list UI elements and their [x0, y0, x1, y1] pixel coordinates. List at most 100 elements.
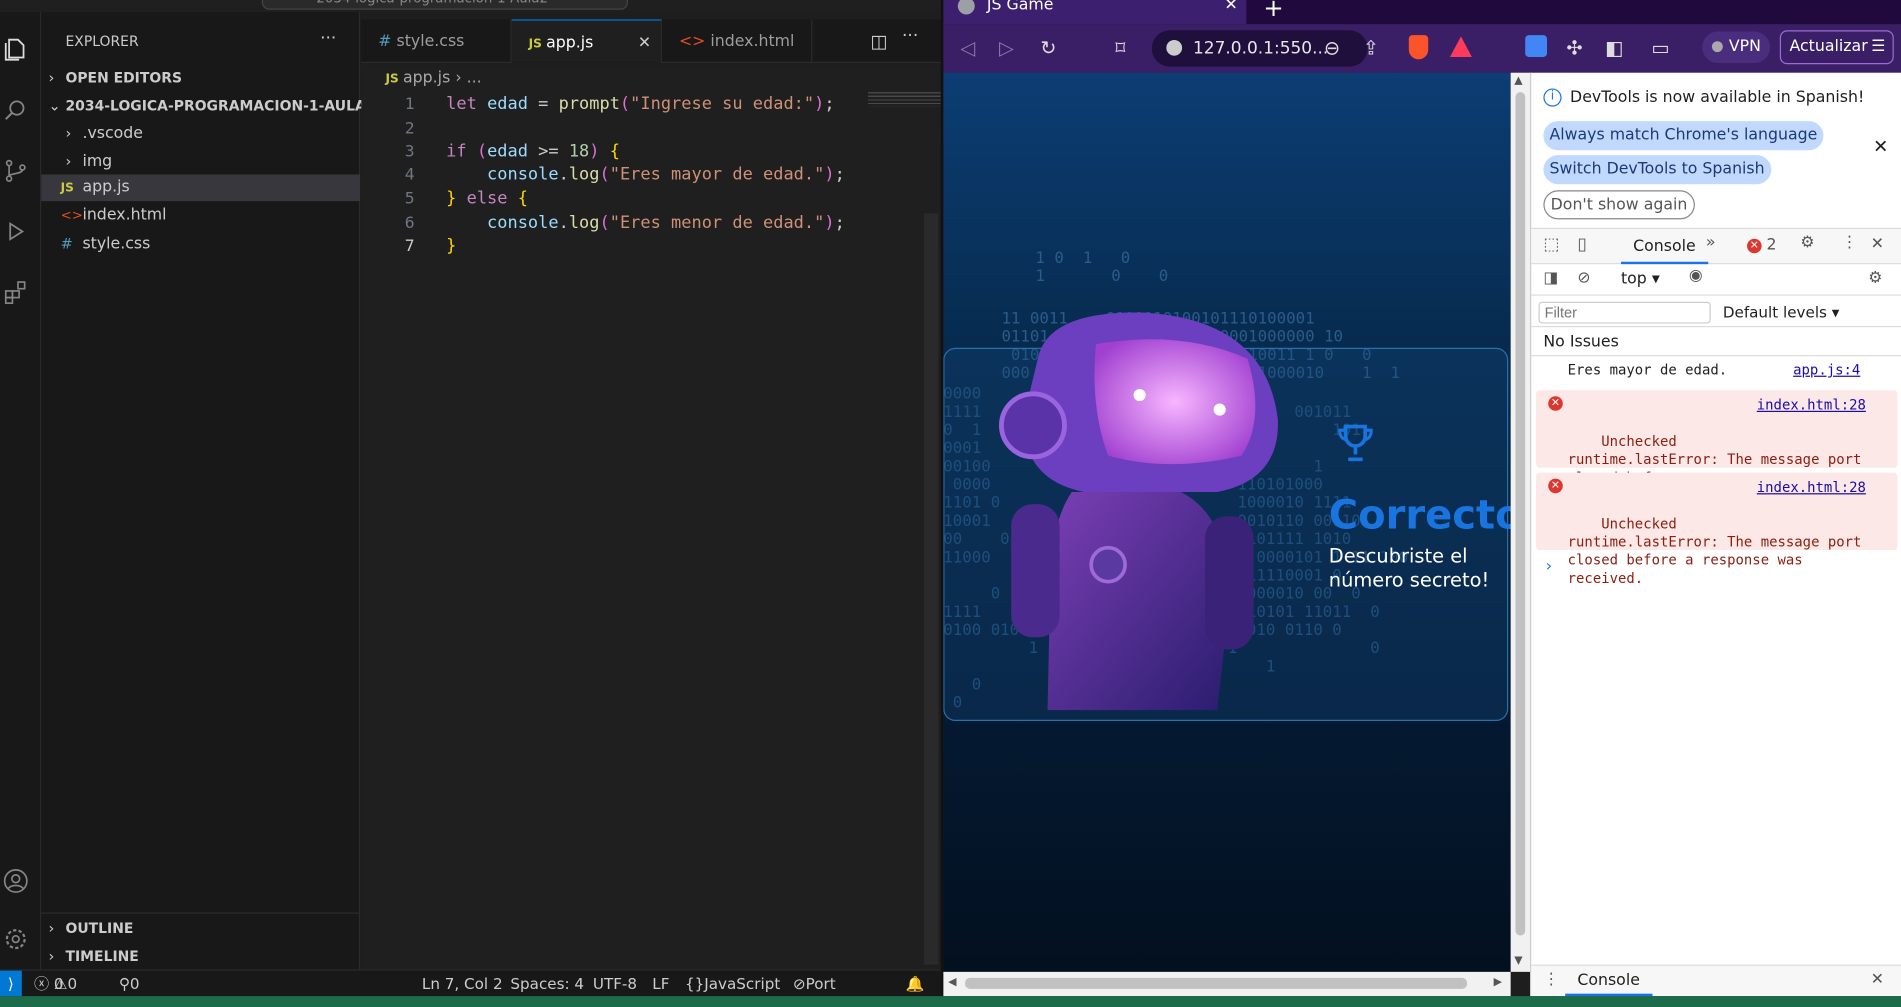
chevron-down-icon: ⌄ — [48, 96, 61, 114]
reload-icon[interactable]: ↻ — [1040, 36, 1056, 59]
html-file-icon: <> — [60, 207, 83, 223]
scroll-down-arrow-icon[interactable]: ▼ — [1514, 955, 1522, 967]
cursor-position[interactable]: Ln 7, Col 2 — [422, 971, 503, 996]
scroll-left-arrow-icon[interactable]: ◀ — [948, 977, 956, 989]
close-devtools-icon[interactable]: ✕ — [1871, 235, 1884, 253]
source-control-icon[interactable] — [0, 150, 41, 191]
console-settings-gear-icon[interactable]: ⚙ — [1868, 269, 1882, 287]
page-horizontal-scrollbar[interactable]: ◀ ▶ — [943, 971, 1511, 997]
code-editor[interactable]: 1 2 3 4 5 6 7 let edad = prompt("Ingrese… — [361, 92, 941, 970]
brave-shields-icon[interactable] — [1408, 35, 1429, 60]
console-error-entry: ✕ Unchecked runtime.lastError: The messa… — [1536, 472, 1898, 587]
drawer-menu-icon[interactable]: ⋮ — [1543, 971, 1559, 989]
zoom-icon[interactable]: ⊖ — [1324, 36, 1340, 59]
error-source-link[interactable]: index.html:28 — [1757, 479, 1866, 497]
remote-icon[interactable]: ⟩ — [0, 970, 22, 997]
settings-gear-icon[interactable] — [0, 919, 41, 960]
brave-rewards-icon[interactable] — [1450, 36, 1472, 57]
device-toolbar-icon[interactable]: ▯ — [1577, 235, 1586, 254]
editor-scrollbar[interactable] — [923, 213, 939, 965]
live-server-port[interactable]: ⊘ Port : 5500 — [793, 971, 836, 1007]
minimap[interactable] — [868, 92, 941, 107]
more-tabs-icon[interactable]: » — [1706, 234, 1716, 252]
js-file-icon: JS — [60, 181, 74, 196]
live-expression-eye-icon[interactable]: ◉ — [1689, 267, 1703, 285]
log-levels-dropdown[interactable]: Default levels ▾ — [1723, 303, 1840, 321]
dont-show-again-button[interactable]: Don't show again — [1543, 190, 1695, 220]
project-folder[interactable]: ⌄ 2034-LOGICA-PROGRAMACION-1-AULA2 — [41, 92, 375, 119]
forward-arrow-icon[interactable]: ▷ — [999, 36, 1014, 59]
split-editor-icon[interactable]: ◫ — [871, 30, 888, 52]
explorer-icon[interactable] — [0, 29, 41, 70]
file-app-js[interactable]: JS app.js — [41, 174, 361, 202]
ports-status[interactable]: ⚲ 0 — [119, 971, 140, 996]
problems-status[interactable]: ⓧ 0 ⚠ 0 — [34, 971, 77, 996]
scrollbar-thumb[interactable] — [965, 977, 1468, 989]
wallet-icon[interactable]: ▭ — [1651, 36, 1669, 59]
always-match-language-button[interactable]: Always match Chrome's language — [1543, 121, 1824, 151]
new-tab-plus-icon[interactable]: + — [1263, 0, 1283, 22]
breadcrumb-file[interactable]: app.js — [403, 69, 450, 87]
page-vertical-scrollbar[interactable]: ▲ ▼ — [1510, 72, 1531, 972]
update-button[interactable]: Actualizar ☰ — [1779, 30, 1894, 65]
open-editors-section[interactable]: › OPEN EDITORS — [41, 64, 360, 91]
extensions-puzzle-icon[interactable]: ✣ — [1566, 36, 1582, 59]
robot-astronaut-image — [999, 312, 1278, 711]
menu-hamburger-icon: ☰ — [1871, 37, 1886, 56]
notifications-bell-icon[interactable]: 🔔 — [906, 971, 925, 996]
translate-icon[interactable] — [1525, 35, 1548, 57]
close-drawer-icon[interactable]: ✕ — [1871, 971, 1884, 989]
explorer-more-button[interactable]: ··· — [320, 29, 336, 48]
line-ending[interactable]: LF — [652, 971, 669, 996]
console-prompt-chevron-icon[interactable]: › — [1546, 557, 1552, 575]
devtools-drawer: ⋮ Console ✕ — [1531, 964, 1901, 997]
more-actions-icon[interactable]: ··· — [902, 27, 918, 46]
folder-img[interactable]: › img — [41, 148, 360, 175]
file-index-html[interactable]: <>index.html — [41, 202, 360, 229]
clear-console-icon[interactable]: ⊘ — [1577, 269, 1590, 287]
back-arrow-icon[interactable]: ◁ — [960, 36, 975, 59]
tab-style-css[interactable]: # style.css — [361, 19, 512, 64]
site-info-icon[interactable] — [1166, 39, 1183, 56]
inspect-element-icon[interactable]: ⬚ — [1543, 235, 1559, 254]
indentation[interactable]: Spaces: 4 — [510, 971, 584, 996]
vpn-button[interactable]: VPN — [1702, 31, 1771, 64]
outline-section[interactable]: › OUTLINE — [41, 915, 360, 942]
breadcrumb-symbol[interactable]: ... — [467, 69, 482, 87]
context-selector[interactable]: top ▾ — [1621, 270, 1660, 288]
info-icon: i — [1543, 88, 1562, 107]
command-center-search[interactable]: 2034-logica-programacion-1-Aula2 — [261, 0, 629, 10]
filter-input[interactable] — [1538, 301, 1711, 324]
log-source-link[interactable]: app.js:4 — [1793, 361, 1860, 378]
share-icon[interactable]: ⇪ — [1363, 36, 1379, 59]
switch-devtools-spanish-button[interactable]: Switch DevTools to Spanish — [1543, 155, 1771, 185]
tab-index-html[interactable]: <> index.html — [662, 19, 813, 64]
close-banner-icon[interactable]: ✕ — [1873, 136, 1888, 158]
folder-vscode[interactable]: › .vscode — [41, 120, 360, 147]
close-tab-icon[interactable]: ✕ — [1225, 0, 1238, 24]
bookmark-icon[interactable]: ⌑ — [1115, 36, 1125, 59]
issues-status[interactable]: No Issues — [1531, 330, 1901, 357]
close-tab-icon[interactable]: ✕ — [638, 21, 651, 67]
error-count-badge[interactable]: 2 — [1766, 236, 1776, 254]
run-debug-icon[interactable] — [0, 211, 41, 252]
file-style-css[interactable]: # style.css — [41, 230, 360, 257]
devtools-menu-icon[interactable]: ⋮ — [1842, 234, 1858, 252]
language-mode[interactable]: {} JavaScript — [685, 971, 780, 996]
tab-app-js[interactable]: JS app.js ✕ — [511, 19, 662, 64]
encoding[interactable]: UTF-8 — [593, 971, 637, 996]
scroll-right-arrow-icon[interactable]: ▶ — [1494, 977, 1502, 989]
error-source-link[interactable]: index.html:28 — [1757, 396, 1866, 414]
extensions-icon[interactable] — [0, 271, 41, 312]
sidebar-icon[interactable]: ◧ — [1605, 36, 1623, 59]
browser-tab[interactable]: JS Game ✕ — [943, 0, 1247, 25]
account-icon[interactable] — [0, 860, 41, 901]
sidebar-toggle-icon[interactable]: ◨ — [1543, 269, 1558, 287]
timeline-section[interactable]: › TIMELINE — [41, 943, 360, 970]
search-icon[interactable] — [0, 90, 41, 131]
scrollbar-thumb[interactable] — [1515, 92, 1526, 936]
scroll-up-arrow-icon[interactable]: ▲ — [1514, 75, 1522, 87]
tab-console[interactable]: Console — [1620, 229, 1708, 265]
devtools-settings-gear-icon[interactable]: ⚙ — [1800, 234, 1814, 252]
drawer-tab-console[interactable]: Console — [1565, 966, 1653, 997]
